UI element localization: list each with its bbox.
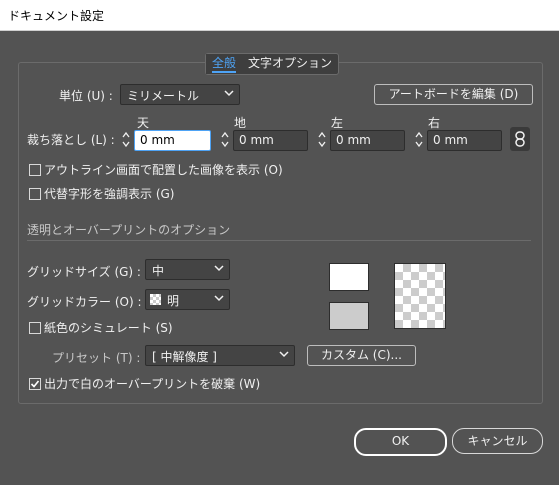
- show-outline-images-label: アウトライン画面で配置した画像を表示 (O): [44, 163, 283, 177]
- checkmark-icon: [30, 380, 40, 388]
- grid-size-value: 中: [152, 264, 165, 278]
- preset-select[interactable]: [ 中解像度 ]: [145, 345, 295, 366]
- bleed-bottom-value: 0 mm: [239, 133, 274, 147]
- title-bar: ドキュメント設定: [0, 0, 559, 31]
- transparency-grid-preview: [394, 263, 446, 329]
- tab-general-label: 全般: [212, 56, 237, 73]
- bleed-label: 裁ち落とし (L) :: [27, 133, 115, 147]
- grid-color-swatch-1[interactable]: [329, 263, 369, 291]
- units-label: 単位 (U) :: [59, 89, 113, 103]
- simulate-paper-checkbox[interactable]: [29, 322, 41, 334]
- bleed-bottom-stepper[interactable]: [220, 130, 230, 149]
- bleed-top-header: 天: [137, 116, 150, 130]
- bleed-bottom-header: 地: [234, 116, 247, 130]
- units-select[interactable]: ミリメートル: [120, 84, 240, 105]
- simulate-paper-label: 紙色のシミュレート (S): [44, 321, 173, 335]
- highlight-glyphs-label: 代替字形を強調表示 (G): [44, 187, 175, 201]
- bleed-right-header: 右: [428, 116, 441, 130]
- transparency-heading: 透明とオーバープリントのオプション: [27, 223, 231, 237]
- tab-general[interactable]: 全般: [206, 54, 243, 74]
- chevron-down-icon: [279, 351, 289, 358]
- grid-size-label: グリッドサイズ (G) :: [27, 265, 141, 279]
- bleed-right-field[interactable]: 0 mm: [427, 130, 502, 151]
- bleed-left-stepper[interactable]: [317, 130, 327, 149]
- discard-white-overprint-checkbox[interactable]: [29, 378, 41, 390]
- preset-label: プリセット (T) :: [52, 351, 141, 365]
- preset-value: [ 中解像度 ]: [152, 350, 217, 364]
- bleed-top-value: 0 mm: [140, 133, 175, 147]
- link-bleed-button[interactable]: [510, 127, 530, 151]
- bleed-left-header: 左: [331, 116, 344, 130]
- bleed-left-field[interactable]: 0 mm: [330, 130, 405, 151]
- highlight-glyphs-checkbox[interactable]: [29, 188, 41, 200]
- edit-artboard-button[interactable]: アートボードを編集 (D): [374, 84, 533, 105]
- bleed-bottom-field[interactable]: 0 mm: [233, 130, 308, 151]
- bleed-left-value: 0 mm: [336, 133, 371, 147]
- custom-preset-button[interactable]: カスタム (C)...: [307, 345, 416, 366]
- grid-color-select[interactable]: 明: [145, 289, 230, 310]
- chevron-down-icon: [214, 265, 224, 272]
- grid-color-swatch-2[interactable]: [329, 302, 369, 330]
- bleed-top-stepper[interactable]: [121, 130, 131, 149]
- section-divider: [27, 240, 531, 241]
- bleed-top-field[interactable]: 0 mm: [134, 130, 211, 151]
- bleed-right-stepper[interactable]: [414, 130, 424, 149]
- chevron-down-icon: [224, 90, 234, 97]
- units-value: ミリメートル: [127, 89, 200, 103]
- checker-swatch-icon: [150, 294, 161, 305]
- ok-button[interactable]: OK: [354, 428, 447, 456]
- show-outline-images-checkbox[interactable]: [29, 164, 41, 176]
- document-setup-dialog: ドキュメント設定 全般 文字オプション 単位 (U) : ミリメートル アートボ…: [0, 0, 559, 485]
- chevron-down-icon: [214, 295, 224, 302]
- tab-type-options-label: 文字オプション: [248, 56, 333, 70]
- grid-size-select[interactable]: 中: [145, 259, 230, 280]
- discard-white-overprint-label: 出力で白のオーバープリントを破棄 (W): [44, 377, 261, 391]
- window-title: ドキュメント設定: [8, 9, 105, 23]
- grid-color-value: 明: [167, 294, 180, 308]
- chain-link-icon: [515, 131, 525, 147]
- grid-color-label: グリッドカラー (O) :: [27, 295, 142, 309]
- tab-type-options[interactable]: 文字オプション: [242, 54, 338, 74]
- bleed-right-value: 0 mm: [433, 133, 468, 147]
- cancel-button[interactable]: キャンセル: [452, 428, 543, 454]
- tab-bar: 全般 文字オプション: [205, 53, 340, 75]
